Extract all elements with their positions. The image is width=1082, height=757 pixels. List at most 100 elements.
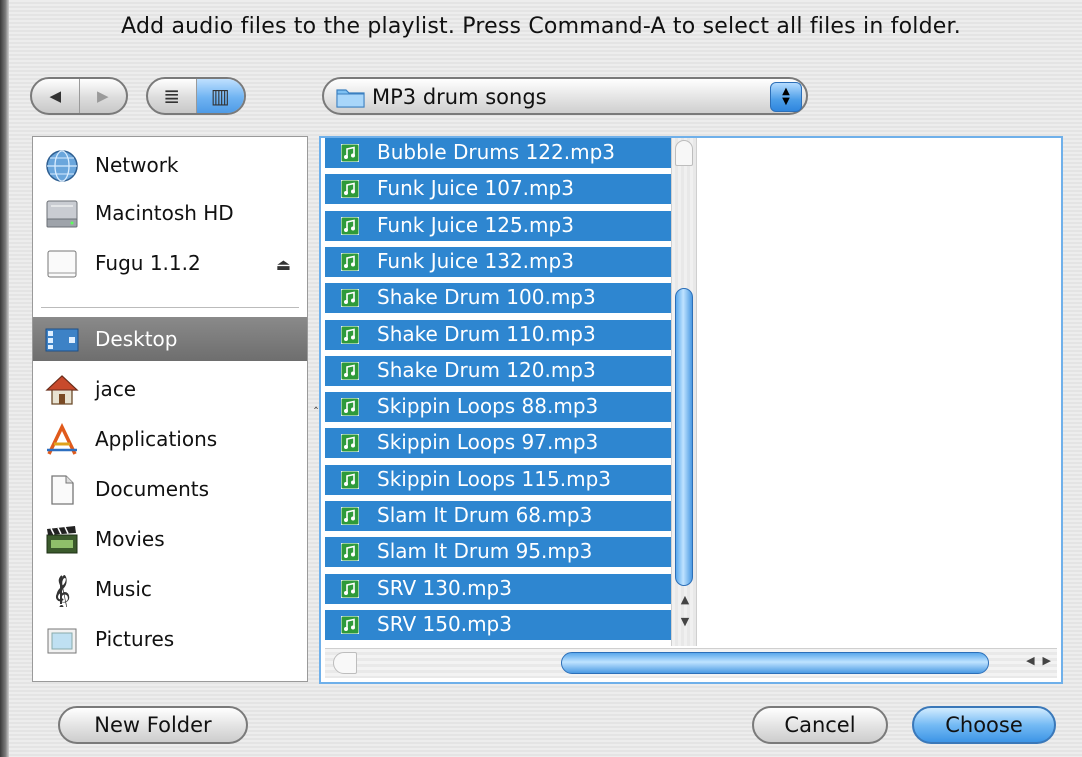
scroll-up-icon: ▲ xyxy=(680,592,690,606)
sidebar-item-fugu[interactable]: Fugu 1.1.2 ⏏ xyxy=(33,241,307,285)
forward-arrow-icon: ▶ xyxy=(96,87,109,105)
scroll-up-button[interactable]: ▲ xyxy=(672,590,698,608)
file-row[interactable]: Funk Juice 125.mp3 xyxy=(325,210,671,244)
music-icon: 𝄞 xyxy=(45,573,79,611)
audio-file-icon xyxy=(340,433,360,453)
horizontal-scrollbar[interactable]: ◀ ▶ xyxy=(325,648,1057,678)
file-name: Slam It Drum 68.mp3 xyxy=(377,503,593,527)
file-name: Funk Juice 107.mp3 xyxy=(377,176,574,201)
sidebar-item-jace[interactable]: jace xyxy=(33,367,307,411)
location-label: MP3 drum songs xyxy=(372,85,547,109)
audio-file-icon xyxy=(340,325,360,344)
horizontal-scroll-thumb[interactable] xyxy=(561,652,989,674)
sidebar-item-pictures[interactable]: Pictures xyxy=(33,617,307,661)
sidebar-item-label: Documents xyxy=(95,477,210,501)
file-name: Skippin Loops 115.mp3 xyxy=(377,466,611,491)
audio-file-icon xyxy=(340,397,360,417)
desktop-icon xyxy=(45,323,79,357)
sidebar: Network Macintosh HD Fugu 1.1.2 ⏏ Deskto… xyxy=(32,136,308,682)
audio-file-icon xyxy=(340,615,360,635)
file-name: Slam It Drum 95.mp3 xyxy=(377,539,593,564)
file-name: Funk Juice 132.mp3 xyxy=(377,248,574,273)
audio-file-icon xyxy=(340,579,360,599)
pictures-icon xyxy=(45,623,79,657)
audio-file-icon xyxy=(340,506,360,526)
scroll-track-cap xyxy=(333,652,357,674)
file-column: Bubble Drums 122.mp3 Funk Juice 107.mp3 Fu… xyxy=(325,138,671,646)
file-browser: Bubble Drums 122.mp3 Funk Juice 107.mp3 Fu… xyxy=(319,136,1063,684)
hard-drive-icon xyxy=(45,197,79,231)
audio-file-icon xyxy=(340,252,360,272)
popup-arrows-icon: ▲ ▼ xyxy=(770,82,802,112)
file-name: Shake Drum 120.mp3 xyxy=(377,357,596,382)
file-row[interactable]: Skippin Loops 115.mp3 xyxy=(325,464,671,498)
sidebar-item-label: Desktop xyxy=(95,327,178,351)
audio-file-icon xyxy=(340,288,360,308)
file-name: Shake Drum 100.mp3 xyxy=(377,285,596,310)
audio-file-icon xyxy=(340,542,360,562)
sidebar-item-music[interactable]: 𝄞 Music xyxy=(33,567,307,611)
sidebar-item-macintosh-hd[interactable]: Macintosh HD xyxy=(33,191,307,235)
sidebar-item-documents[interactable]: Documents xyxy=(33,467,307,511)
network-icon xyxy=(45,149,79,183)
scroll-track-cap xyxy=(675,140,693,166)
new-folder-button[interactable]: New Folder xyxy=(58,706,248,744)
scroll-right-icon[interactable]: ▶ xyxy=(1043,654,1051,667)
back-arrow-icon: ◀ xyxy=(49,87,62,105)
column-view-button[interactable]: ▥ xyxy=(195,79,244,113)
view-mode-control: ≣ ▥ xyxy=(146,77,246,115)
audio-file-icon xyxy=(340,470,360,490)
location-popup[interactable]: MP3 drum songs ▲ ▼ xyxy=(322,77,808,115)
disk-image-icon xyxy=(45,247,79,281)
file-name: SRV 150.mp3 xyxy=(377,611,512,636)
scroll-down-icon: ▼ xyxy=(680,614,690,628)
sidebar-item-movies[interactable]: Movies xyxy=(33,517,307,561)
window-edge xyxy=(0,0,9,757)
file-name: Bubble Drums 122.mp3 xyxy=(377,140,615,164)
file-row[interactable]: Slam It Drum 68.mp3 xyxy=(325,501,671,534)
audio-file-icon xyxy=(340,216,360,236)
list-view-icon: ≣ xyxy=(163,84,181,108)
list-view-button[interactable]: ≣ xyxy=(148,79,196,113)
sidebar-item-desktop[interactable]: Desktop xyxy=(33,317,307,361)
vertical-scroll-thumb[interactable] xyxy=(675,288,693,586)
scroll-down-button[interactable]: ▼ xyxy=(672,612,698,630)
sidebar-item-network[interactable]: Network xyxy=(33,143,307,187)
file-row[interactable]: SRV 130.mp3 xyxy=(325,573,671,607)
audio-file-icon xyxy=(340,361,360,381)
file-row[interactable]: Shake Drum 100.mp3 xyxy=(325,283,671,317)
sidebar-divider xyxy=(41,307,299,308)
file-row[interactable]: Funk Juice 107.mp3 xyxy=(325,174,671,208)
file-row[interactable]: Shake Drum 110.mp3 xyxy=(325,319,671,353)
sidebar-item-label: Network xyxy=(95,153,179,177)
sidebar-item-label: Macintosh HD xyxy=(95,201,234,225)
scroll-left-icon[interactable]: ◀ xyxy=(1026,654,1034,667)
file-row[interactable]: Slam It Drum 95.mp3 xyxy=(325,537,671,571)
sidebar-item-applications[interactable]: Applications xyxy=(33,417,307,461)
home-icon xyxy=(45,373,79,407)
back-button[interactable]: ◀ xyxy=(32,79,79,113)
dialog-title: Add audio files to the playlist. Press C… xyxy=(121,14,961,39)
movies-icon xyxy=(45,523,79,557)
file-name: Shake Drum 110.mp3 xyxy=(377,321,596,346)
file-row[interactable]: Skippin Loops 97.mp3 xyxy=(325,428,671,462)
file-row[interactable]: Skippin Loops 88.mp3 xyxy=(325,392,671,426)
sidebar-item-label: Fugu 1.1.2 xyxy=(95,251,201,275)
file-row[interactable]: Funk Juice 132.mp3 xyxy=(325,246,671,280)
vertical-scrollbar[interactable]: ▲ ▼ xyxy=(671,138,697,646)
cancel-button[interactable]: Cancel xyxy=(752,706,888,744)
column-resize-icon[interactable]: ‸ xyxy=(314,395,318,409)
file-name: Skippin Loops 97.mp3 xyxy=(377,430,599,455)
file-row[interactable]: Bubble Drums 122.mp3 xyxy=(325,138,671,171)
file-row[interactable]: SRV 150.mp3 xyxy=(325,609,671,643)
column-view-icon: ▥ xyxy=(210,84,230,108)
eject-icon[interactable]: ⏏ xyxy=(276,255,291,274)
folder-icon xyxy=(336,85,366,113)
file-row[interactable]: Shake Drum 120.mp3 xyxy=(325,355,671,389)
choose-button[interactable]: Choose xyxy=(912,706,1056,744)
audio-file-icon xyxy=(340,179,360,199)
forward-button[interactable]: ▶ xyxy=(78,79,127,113)
applications-icon xyxy=(45,422,79,457)
sidebar-item-label: Pictures xyxy=(95,627,175,651)
documents-icon xyxy=(45,473,79,507)
